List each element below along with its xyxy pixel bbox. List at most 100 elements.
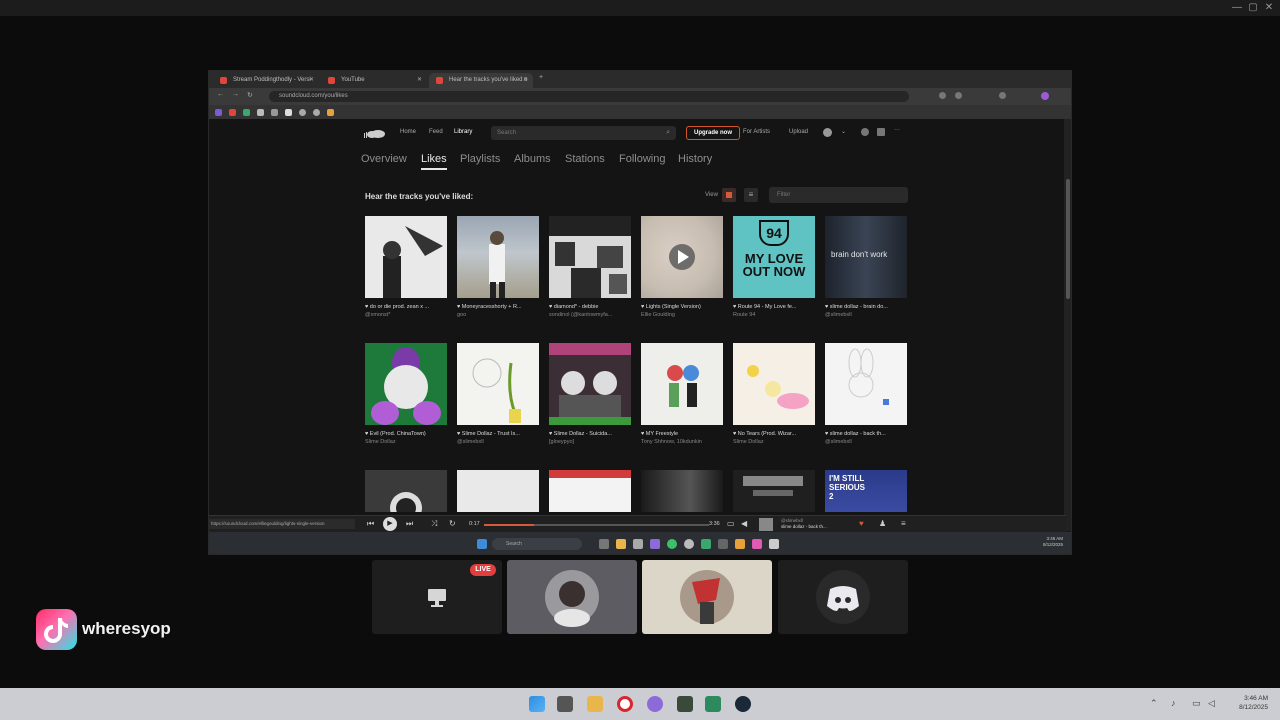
- track-title[interactable]: ♥ do or die prod. zean x ...: [365, 304, 447, 310]
- spotify-icon[interactable]: [667, 539, 677, 549]
- track-artist[interactable]: @xmonst*: [365, 312, 447, 318]
- track-title[interactable]: ♥ Lights (Single Version): [641, 304, 723, 310]
- for-artists-link[interactable]: For Artists: [743, 129, 770, 135]
- track-artist[interactable]: [gloeypyo]: [549, 439, 631, 445]
- track-artwork[interactable]: [457, 343, 539, 425]
- repeat-icon[interactable]: ↻: [449, 519, 456, 528]
- bookmark-icon[interactable]: [271, 109, 278, 116]
- now-playing-artwork[interactable]: [759, 518, 773, 531]
- track-artist[interactable]: Tony Shhnow, 10kdunkin: [641, 439, 723, 445]
- track-artwork[interactable]: [641, 216, 723, 298]
- bookmark-icon[interactable]: [229, 109, 236, 116]
- app-icon[interactable]: [650, 539, 660, 549]
- app-icon[interactable]: [647, 696, 663, 712]
- extension-icon[interactable]: [939, 92, 946, 99]
- taskbar-clock[interactable]: 3:46 AM 8/12/2025: [1226, 694, 1268, 712]
- network-icon[interactable]: ▭: [1192, 698, 1201, 709]
- track-artist[interactable]: Slime Dollaz: [365, 439, 447, 445]
- track-artwork[interactable]: [549, 470, 631, 512]
- track-title[interactable]: ♥ Slime Dollaz - Trust Is...: [457, 431, 539, 437]
- messages-icon[interactable]: [877, 128, 885, 136]
- browser-tab[interactable]: Stream Poddingthodly - Versi ✕: [213, 73, 319, 88]
- more-icon[interactable]: ···: [894, 127, 900, 133]
- track-artwork[interactable]: [733, 343, 815, 425]
- nav-library[interactable]: Library: [454, 129, 472, 135]
- track-tile[interactable]: I'M STILL SERIOUS 2: [825, 470, 907, 512]
- app-icon[interactable]: [677, 696, 693, 712]
- track-artist[interactable]: Slime Dollaz: [733, 439, 815, 445]
- like-icon[interactable]: ♥: [859, 519, 864, 528]
- scrollbar-thumb[interactable]: [1066, 179, 1070, 299]
- playlist-icon[interactable]: ≡: [901, 519, 906, 528]
- track-artist[interactable]: goo: [457, 312, 539, 318]
- track-tile[interactable]: brain don't work ♥ slime dollaz - brain …: [825, 216, 907, 318]
- track-artist[interactable]: @slimebxll: [825, 439, 907, 445]
- track-artwork[interactable]: [641, 343, 723, 425]
- upgrade-button[interactable]: Upgrade now: [686, 126, 740, 140]
- track-tile[interactable]: ♥ Slime Dollaz - Trust Is... @slimebxll: [457, 343, 539, 445]
- shared-screen[interactable]: Stream Poddingthodly - Versi ✕ YouTube ✕…: [208, 70, 1072, 555]
- app-icon[interactable]: [752, 539, 762, 549]
- track-tile[interactable]: ♥ Moneyracesshorty + R... goo: [457, 216, 539, 318]
- x-icon[interactable]: [285, 109, 292, 116]
- now-playing-user[interactable]: @slimebxll: [781, 518, 803, 523]
- upload-link[interactable]: Upload: [789, 129, 808, 135]
- track-artwork[interactable]: [457, 216, 539, 298]
- shuffle-icon[interactable]: ⤨: [431, 519, 437, 529]
- list-view-button[interactable]: ≡: [744, 188, 758, 202]
- nav-home[interactable]: Home: [400, 129, 416, 135]
- track-artwork[interactable]: [365, 343, 447, 425]
- track-artwork[interactable]: [365, 470, 447, 512]
- track-tile[interactable]: ♥ do or die prod. zean x ... @xmonst*: [365, 216, 447, 318]
- file-explorer-icon[interactable]: [587, 696, 603, 712]
- app-icon[interactable]: [705, 696, 721, 712]
- track-artwork[interactable]: 94 MY LOVE OUT NOW: [733, 216, 815, 298]
- soundcloud-logo-icon[interactable]: [363, 128, 385, 138]
- participant-tile[interactable]: [507, 560, 637, 634]
- forward-icon[interactable]: →: [232, 91, 239, 98]
- bookmark-icon[interactable]: [313, 109, 320, 116]
- participant-tile[interactable]: [778, 560, 908, 634]
- now-playing-info[interactable]: @slimebxll slime dollaz - back th...: [781, 518, 827, 530]
- track-artist[interactable]: @slimebxll: [825, 312, 907, 318]
- chevron-down-icon[interactable]: ⌄: [841, 128, 849, 136]
- bookmark-star-icon[interactable]: [955, 92, 962, 99]
- track-tile[interactable]: ♥ slime dollaz - back th... @slimebxll: [825, 343, 907, 445]
- tab-close-icon[interactable]: ✕: [417, 76, 422, 83]
- notifications-icon[interactable]: [861, 128, 869, 136]
- track-artwork[interactable]: [825, 343, 907, 425]
- extensions-icon[interactable]: [999, 92, 1006, 99]
- track-title[interactable]: ♥ slime dollaz - back th...: [825, 431, 907, 437]
- track-tile[interactable]: [457, 470, 539, 512]
- now-playing-title[interactable]: slime dollaz - back th...: [781, 524, 827, 530]
- tray-chevron-icon[interactable]: ⌃: [1150, 698, 1158, 709]
- track-artwork[interactable]: [457, 470, 539, 512]
- bookmark-icon[interactable]: [215, 109, 222, 116]
- track-artwork[interactable]: [549, 343, 631, 425]
- bookmark-icon[interactable]: [327, 109, 334, 116]
- track-artwork[interactable]: [733, 470, 815, 512]
- track-tile[interactable]: ♥ Lights (Single Version) Ellie Goulding: [641, 216, 723, 318]
- track-title[interactable]: ♥ Route 94 - My Love fe...: [733, 304, 815, 310]
- steam-icon[interactable]: [735, 696, 751, 712]
- track-artwork[interactable]: I'M STILL SERIOUS 2: [825, 470, 907, 512]
- app-icon[interactable]: [701, 539, 711, 549]
- windows-start-icon[interactable]: [529, 696, 545, 712]
- profile-avatar[interactable]: [1041, 92, 1049, 100]
- tab-likes[interactable]: Likes: [421, 153, 447, 170]
- filter-input[interactable]: Filter: [769, 187, 908, 203]
- track-tile[interactable]: [549, 470, 631, 512]
- opera-icon[interactable]: [617, 696, 633, 712]
- grid-view-button[interactable]: [722, 188, 736, 202]
- tab-overview[interactable]: Overview: [361, 153, 407, 165]
- track-tile[interactable]: [641, 470, 723, 512]
- track-artist[interactable]: Ellie Goulding: [641, 312, 723, 318]
- track-title[interactable]: ♥ Evil (Prod. ChinaTown): [365, 431, 447, 437]
- reload-icon[interactable]: ↻: [247, 91, 253, 99]
- track-title[interactable]: ♥ No Tears (Prod. Wizar...: [733, 431, 815, 437]
- app-icon[interactable]: [684, 539, 694, 549]
- task-view-icon[interactable]: [557, 696, 573, 712]
- track-title[interactable]: ♥ diamond* - debbie: [549, 304, 631, 310]
- back-icon[interactable]: ←: [217, 91, 224, 98]
- app-icon[interactable]: [718, 539, 728, 549]
